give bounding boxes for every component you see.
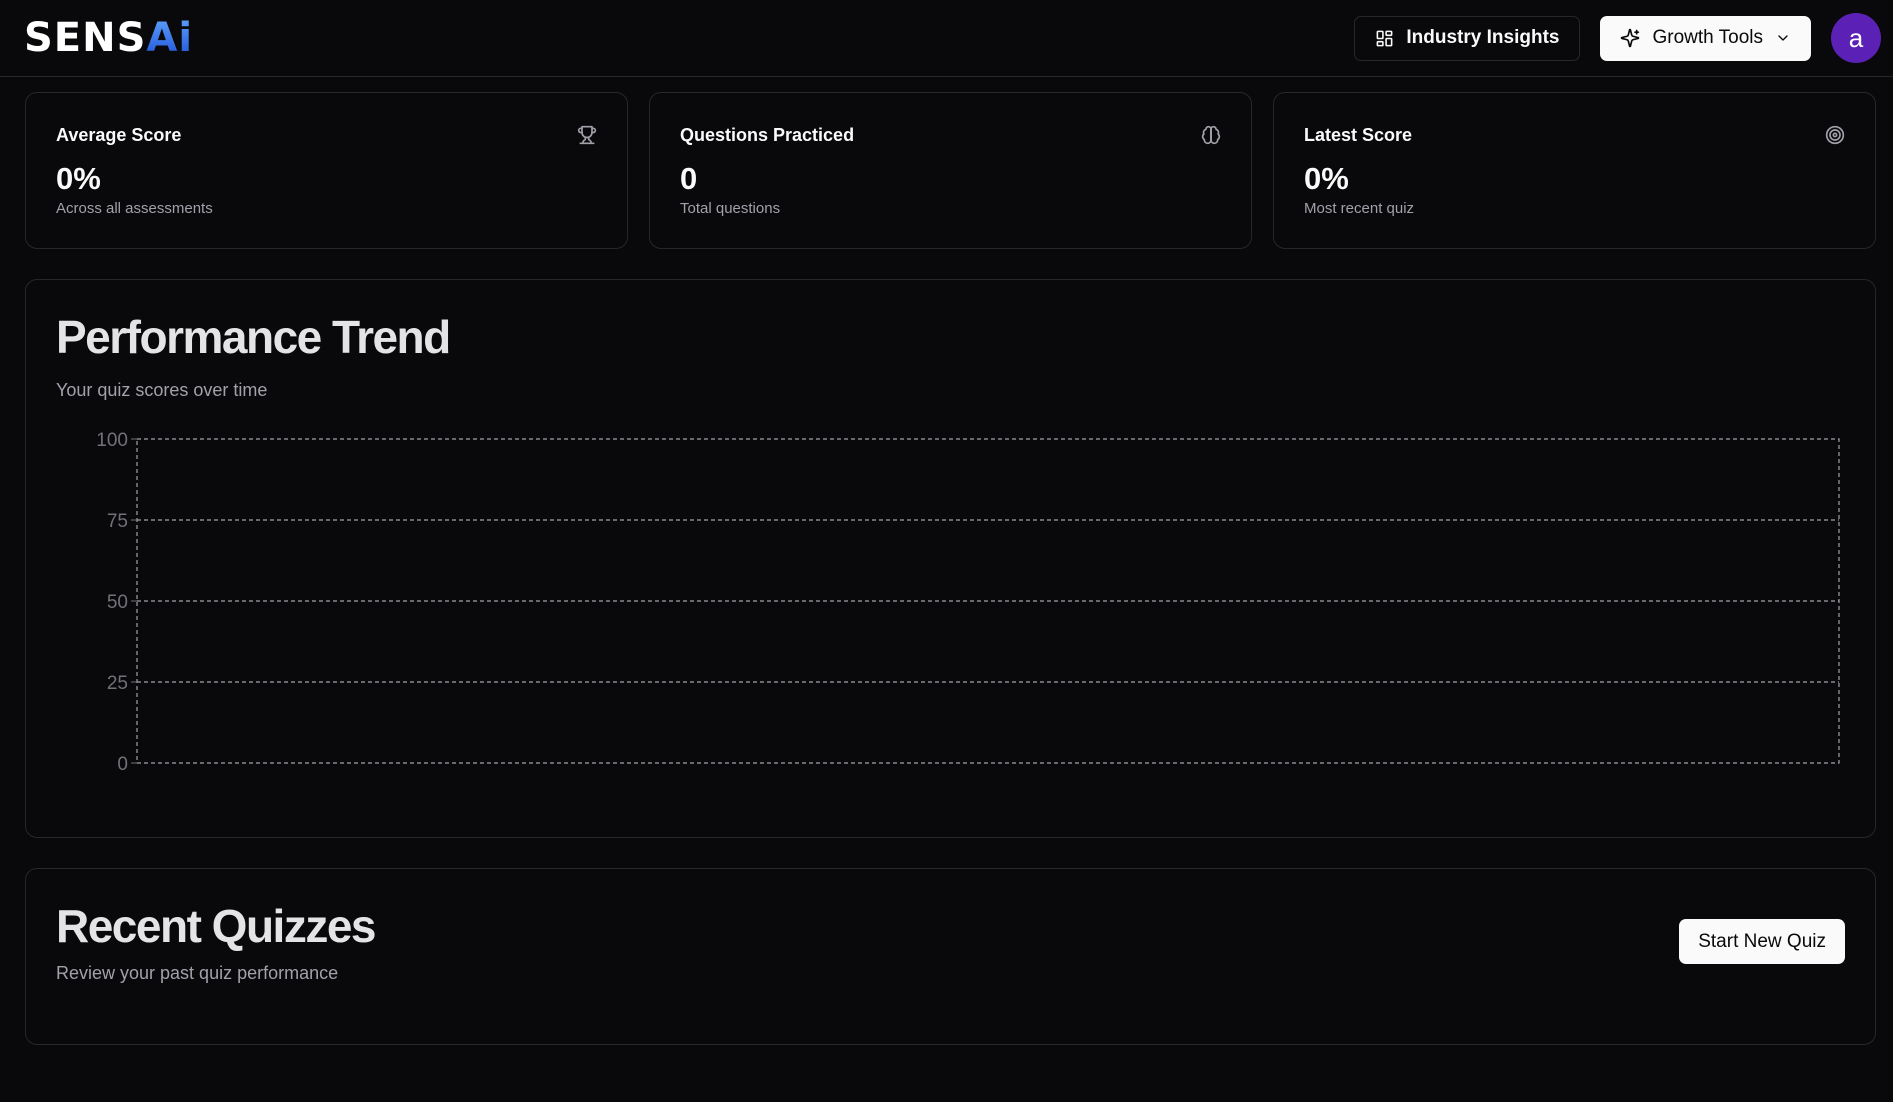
brain-icon — [1201, 125, 1221, 150]
sparkles-icon — [1620, 28, 1640, 48]
stat-subtitle: Most recent quiz — [1304, 200, 1415, 217]
stat-title: Questions Practiced — [680, 125, 855, 145]
performance-trend-card: Performance Trend Your quiz scores over … — [25, 279, 1876, 838]
chevron-down-icon — [1775, 30, 1791, 46]
performance-chart: 0 25 50 75 100 — [96, 430, 1840, 775]
logo-text-accent: Ai — [146, 15, 194, 61]
stat-value: 0% — [1304, 161, 1349, 196]
recent-quizzes-title: Recent Quizzes — [56, 900, 377, 952]
growth-tools-label: Growth Tools — [1652, 27, 1763, 48]
stat-subtitle: Total questions — [680, 200, 781, 217]
y-axis-tick-label: 25 — [107, 673, 128, 694]
y-axis-tick-label: 50 — [107, 592, 128, 613]
recent-quizzes-card: Recent Quizzes Review your past quiz per… — [25, 868, 1876, 1045]
user-avatar[interactable]: a — [1831, 13, 1881, 63]
stat-value: 0 — [680, 161, 698, 196]
stat-value: 0% — [56, 161, 101, 196]
sensai-logo[interactable]: SENS Ai — [24, 13, 193, 63]
industry-insights-button[interactable]: Industry Insights — [1354, 15, 1581, 61]
top-header: SENS Ai Industry Insights Growth Tools a — [0, 0, 1893, 77]
start-new-quiz-button[interactable]: Start New Quiz — [1679, 919, 1845, 964]
industry-insights-label: Industry Insights — [1406, 27, 1560, 48]
y-axis-tick-label: 0 — [117, 754, 128, 775]
dashboard-icon — [1375, 29, 1394, 48]
growth-tools-dropdown[interactable]: Growth Tools — [1600, 15, 1811, 61]
stat-subtitle: Across all assessments — [56, 200, 213, 217]
average-score-card: Average Score 0% Across all assessments — [25, 92, 628, 249]
header-actions: Industry Insights Growth Tools a — [1354, 13, 1881, 63]
stat-title: Latest Score — [1304, 125, 1413, 145]
questions-practiced-card: Questions Practiced 0 Total questions — [649, 92, 1252, 249]
stat-title: Average Score — [56, 125, 182, 145]
recent-quizzes-subtitle: Review your past quiz performance — [56, 963, 339, 983]
latest-score-card: Latest Score 0% Most recent quiz — [1273, 92, 1876, 249]
target-icon — [1825, 125, 1845, 150]
y-axis-tick-label: 75 — [107, 511, 128, 532]
trophy-icon — [577, 125, 597, 150]
y-axis-tick-label: 100 — [96, 430, 128, 451]
logo-text-main: SENS — [24, 15, 147, 61]
